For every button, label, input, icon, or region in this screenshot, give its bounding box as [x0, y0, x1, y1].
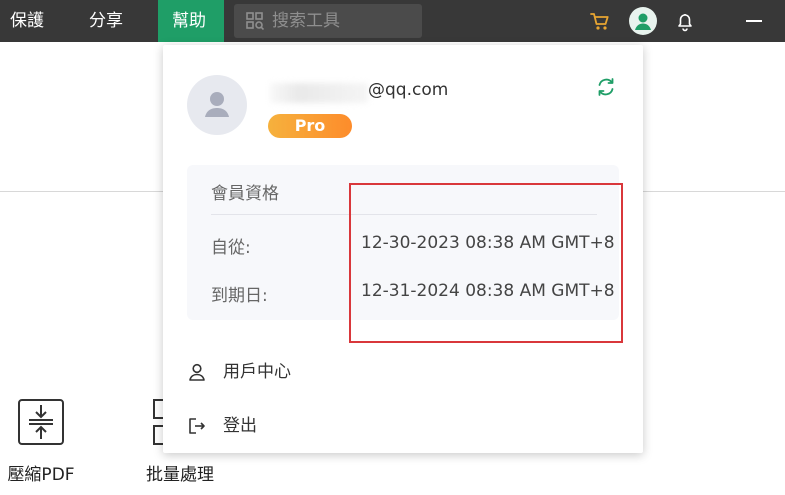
menu-protect[interactable]: 保護 — [10, 0, 44, 42]
membership-from-label: 自從: — [211, 238, 251, 258]
person-icon — [189, 363, 205, 381]
batch-process-label: 批量處理 — [146, 465, 214, 485]
logout-icon — [189, 418, 205, 434]
compress-pdf-label: 壓縮PDF — [7, 465, 75, 485]
bell-icon[interactable] — [670, 6, 700, 36]
compress-pdf-tool[interactable]: 壓縮PDF — [5, 398, 77, 485]
logout-label: 登出 — [223, 416, 257, 436]
annotation-highlight-box — [349, 183, 623, 343]
user-avatar-icon[interactable] — [628, 6, 658, 36]
membership-until-label: 到期日: — [211, 286, 268, 306]
email-redaction — [270, 83, 368, 103]
search-tools-input[interactable]: 搜索工具 — [234, 4, 422, 38]
top-menu-bar: 保護 分享 幫助 搜索工具 — [0, 0, 785, 42]
pro-badge: Pro — [268, 114, 352, 138]
minimize-icon[interactable] — [740, 6, 770, 36]
membership-title: 會員資格 — [211, 184, 279, 204]
account-email: @qq.com — [368, 80, 449, 100]
grid-search-icon — [246, 12, 264, 30]
logout-item[interactable]: 登出 — [163, 404, 643, 448]
search-placeholder: 搜索工具 — [272, 11, 340, 31]
menu-help[interactable]: 幫助 — [158, 0, 224, 42]
user-center-item[interactable]: 用戶中心 — [163, 350, 643, 394]
account-avatar — [187, 75, 247, 135]
compress-icon — [18, 399, 64, 445]
menu-share[interactable]: 分享 — [89, 0, 123, 42]
refresh-icon[interactable] — [595, 76, 617, 98]
cart-icon[interactable] — [585, 6, 615, 36]
user-center-label: 用戶中心 — [223, 362, 291, 382]
user-silhouette-icon — [205, 92, 229, 117]
